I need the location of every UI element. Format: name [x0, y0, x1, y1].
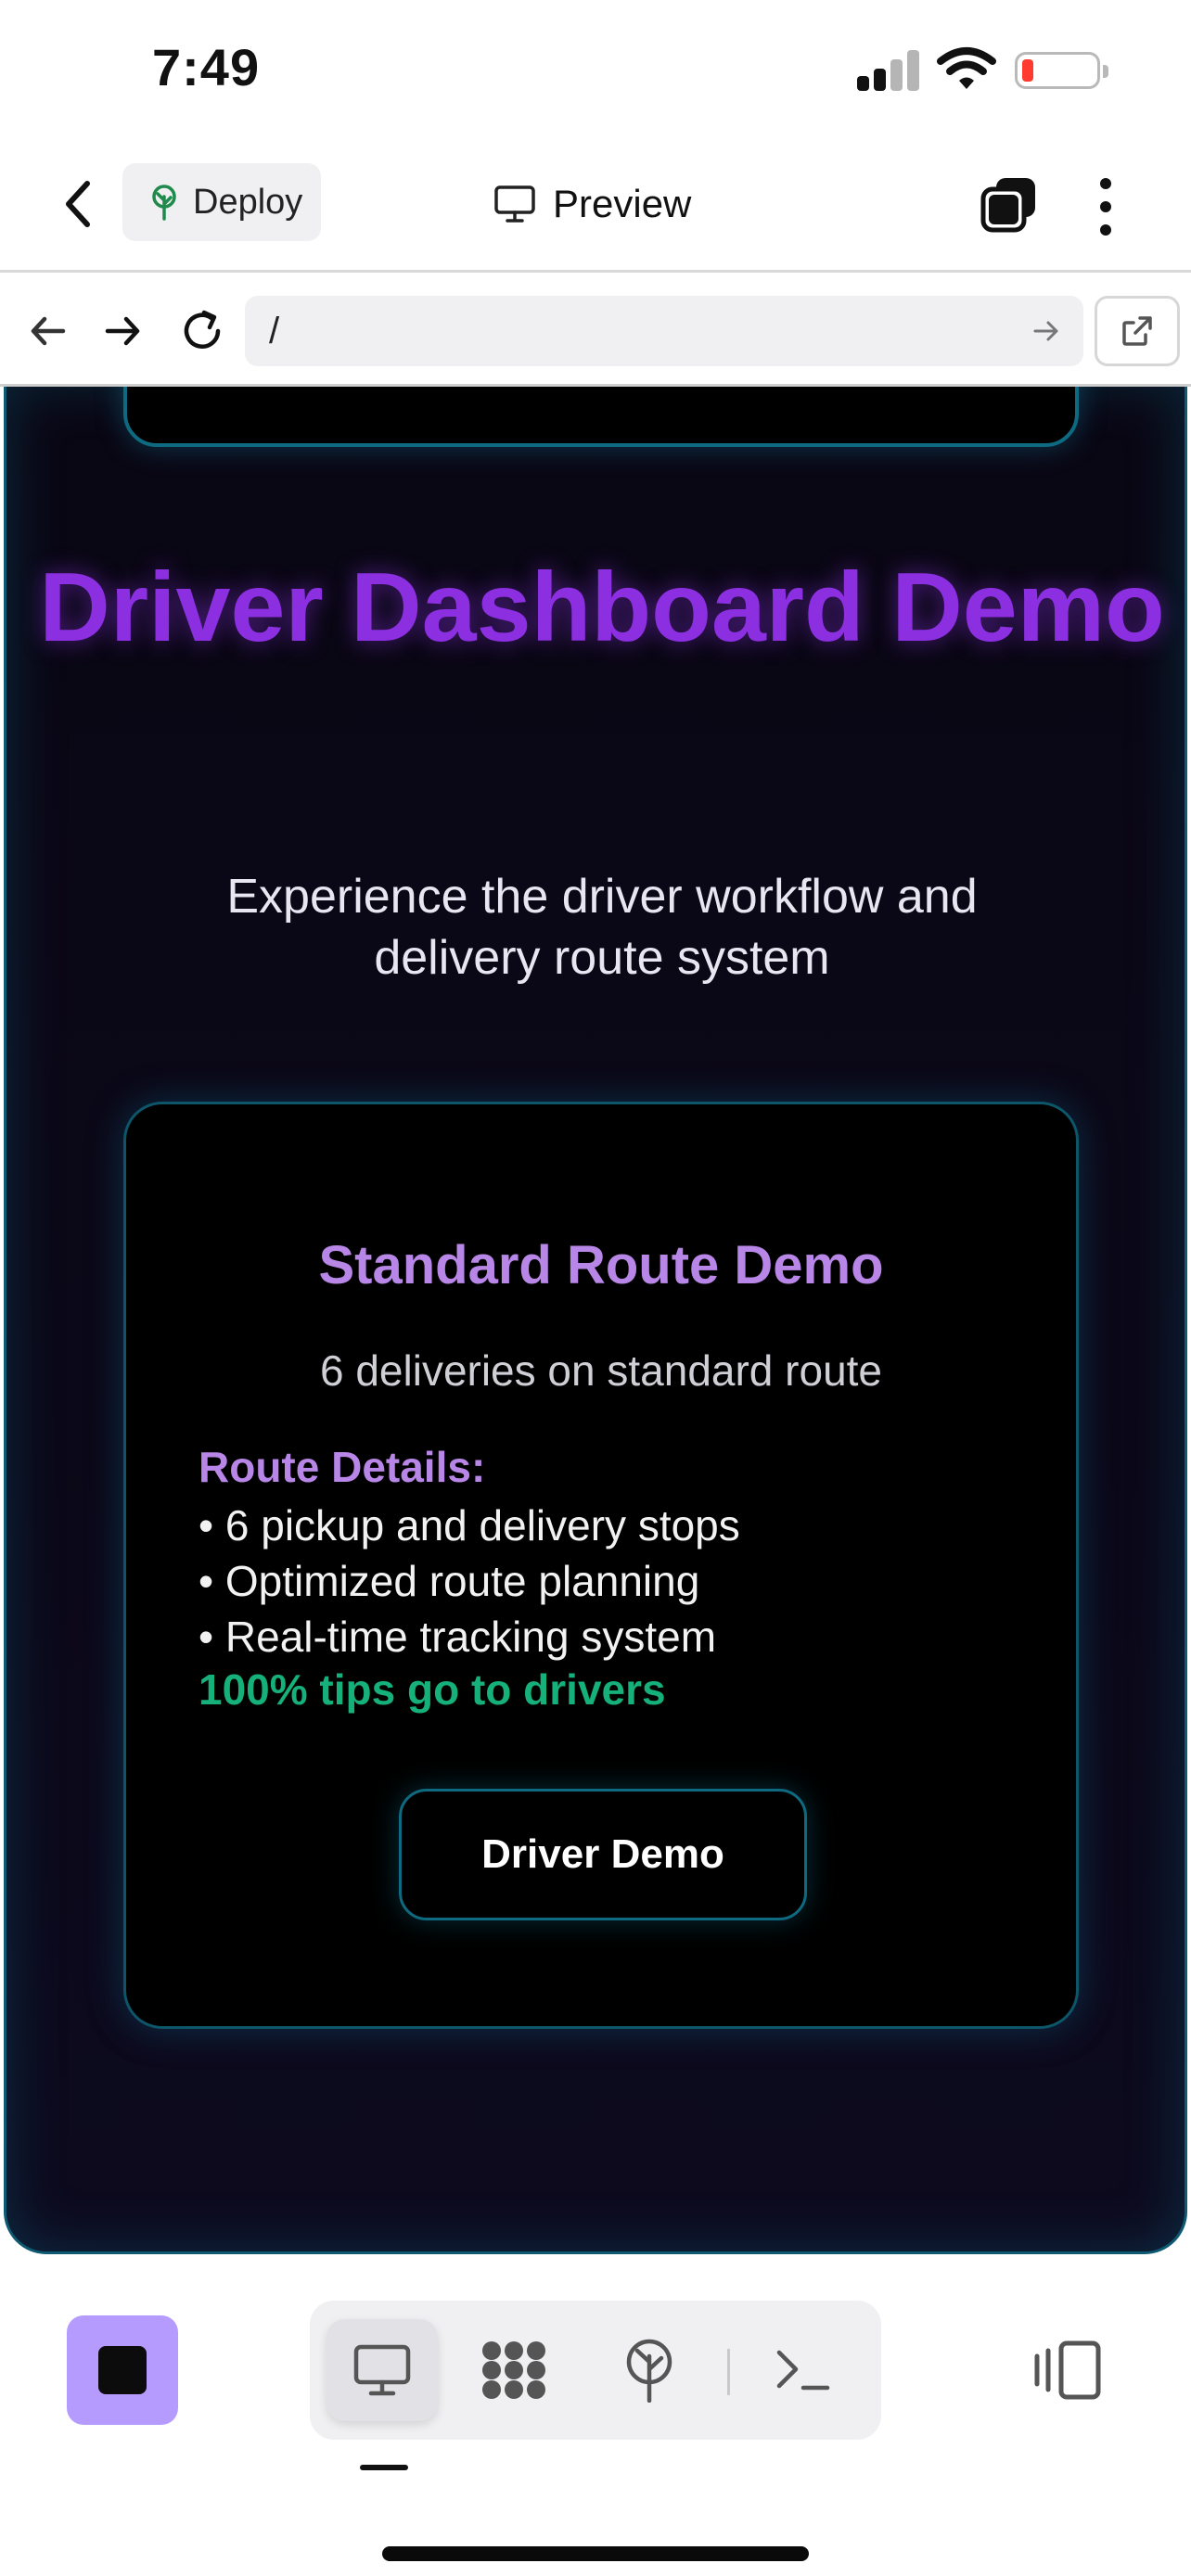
route-details-heading: Route Details: — [198, 1443, 486, 1491]
app-header: Deploy Preview — [0, 139, 1191, 273]
reload-icon[interactable] — [176, 305, 228, 357]
arrow-left-icon[interactable] — [22, 305, 74, 357]
route-demo-card: Standard Route Demo 6 deliveries on stan… — [123, 1102, 1079, 2029]
deploy-label: Deploy — [193, 182, 303, 222]
status-bar: 7:49 — [0, 0, 1191, 139]
workspace-tab[interactable] — [458, 2319, 570, 2421]
route-detail-item: • 6 pickup and delivery stops — [198, 1501, 740, 1549]
route-detail-item: • Optimized route planning — [198, 1557, 700, 1605]
stop-icon — [98, 2346, 147, 2394]
stop-button[interactable] — [67, 2315, 178, 2425]
cellular-signal-icon — [857, 46, 922, 91]
arrow-right-small-icon[interactable] — [1031, 316, 1061, 346]
url-input[interactable]: / — [245, 296, 1083, 366]
tips-note: 100% tips go to drivers — [198, 1665, 666, 1714]
open-external-button[interactable] — [1095, 296, 1180, 366]
deploy-tab[interactable] — [594, 2319, 705, 2421]
preview-label: Preview — [553, 182, 692, 225]
tabs-icon[interactable] — [980, 174, 1039, 234]
deploy-tree-icon — [152, 185, 176, 221]
page-title: Driver Dashboard Demo — [39, 553, 1165, 662]
desktop-tab[interactable] — [327, 2319, 438, 2421]
desktop-icon — [353, 2344, 411, 2396]
workspace-grid-icon — [482, 2341, 545, 2399]
deploy-button[interactable]: Deploy — [122, 163, 321, 241]
tool-switcher — [310, 2301, 881, 2440]
route-detail-item: • Real-time tracking system — [198, 1613, 717, 1661]
driver-demo-button[interactable]: Driver Demo — [399, 1789, 807, 1920]
wifi-icon — [937, 47, 996, 89]
more-vertical-icon[interactable] — [1095, 172, 1117, 237]
bottom-toolbar — [0, 2258, 1191, 2576]
card-subtitle: 6 deliveries on standard route — [319, 1346, 883, 1395]
page-subtitle: Experience the driver workflow and deliv… — [226, 870, 978, 985]
preview-title[interactable]: Preview — [493, 167, 691, 241]
route-details-list: • 6 pickup and delivery stops • Optimize… — [198, 1498, 740, 1664]
deploy-tab-icon — [626, 2339, 672, 2403]
open-external-icon — [1122, 316, 1152, 346]
preview-viewport[interactable]: Driver Dashboard Demo Experience the dri… — [0, 387, 1191, 2258]
monitor-icon — [494, 185, 535, 223]
page-panel: Driver Dashboard Demo Experience the dri… — [4, 387, 1187, 2254]
url-bar: / — [0, 275, 1191, 387]
toolbar-divider — [727, 2349, 730, 2395]
active-tab-indicator — [360, 2465, 408, 2470]
shell-tab[interactable] — [748, 2319, 859, 2421]
top-card-partial — [123, 387, 1079, 447]
sidebar-toggle-icon[interactable] — [1031, 2338, 1102, 2403]
arrow-right-icon[interactable] — [96, 305, 148, 357]
card-title: Standard Route Demo — [318, 1235, 884, 1295]
battery-icon — [1015, 52, 1108, 89]
status-time: 7:49 — [152, 38, 261, 96]
chevron-left-icon[interactable] — [56, 176, 102, 232]
terminal-icon — [776, 2350, 830, 2391]
url-text: / — [269, 311, 280, 351]
home-indicator — [382, 2546, 809, 2561]
